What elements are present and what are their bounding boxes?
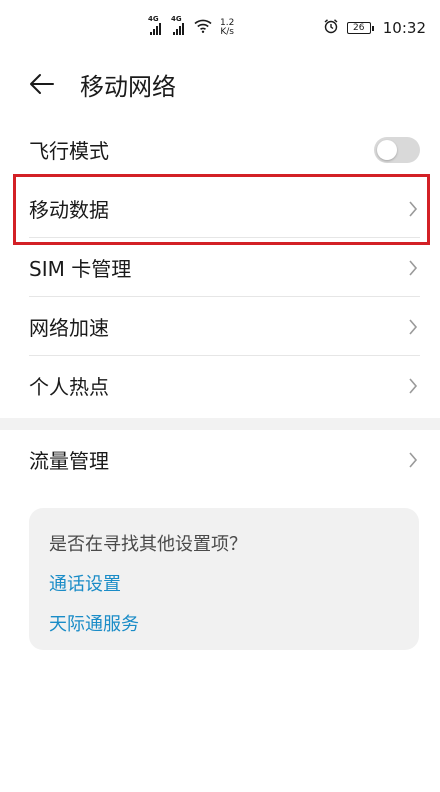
suggestion-card: 是否在寻找其他设置项？ 通话设置 天际通服务 bbox=[29, 508, 419, 650]
airplane-mode-toggle[interactable] bbox=[374, 136, 420, 163]
airplane-mode-label: 飞行模式 bbox=[29, 139, 109, 163]
alarm-icon bbox=[323, 18, 339, 38]
toggle-knob bbox=[377, 139, 397, 160]
status-bar-network: 4G 4G 1.2 K/s bbox=[148, 14, 234, 42]
settings-list: 飞行模式 移动数据 SIM 卡管理 网络加速 个人热点 bbox=[0, 120, 440, 415]
network-acceleration-label: 网络加速 bbox=[29, 316, 109, 340]
chevron-right-icon bbox=[409, 377, 418, 394]
network-speed: 1.2 K/s bbox=[220, 19, 234, 37]
section-separator bbox=[0, 418, 440, 430]
status-bar-right: 26 10:32 bbox=[323, 18, 426, 38]
back-arrow-icon bbox=[30, 74, 54, 94]
personal-hotspot-label: 个人热点 bbox=[29, 375, 109, 399]
chevron-right-icon bbox=[409, 451, 418, 468]
suggestion-question: 是否在寻找其他设置项？ bbox=[49, 534, 247, 555]
sim-management-row[interactable]: SIM 卡管理 bbox=[0, 238, 440, 297]
network-speed-unit: K/s bbox=[220, 27, 234, 37]
airplane-mode-row[interactable]: 飞行模式 bbox=[0, 120, 440, 179]
call-settings-link[interactable]: 通话设置 bbox=[49, 570, 399, 596]
page-title: 移动网络 bbox=[80, 72, 176, 101]
chevron-right-icon bbox=[409, 259, 418, 276]
status-time: 10:32 bbox=[382, 19, 426, 37]
sim-management-label: SIM 卡管理 bbox=[29, 257, 132, 281]
mobile-data-label: 移动数据 bbox=[29, 198, 109, 222]
mobile-data-row[interactable]: 移动数据 bbox=[0, 179, 440, 238]
data-usage-row[interactable]: 流量管理 bbox=[0, 430, 440, 489]
signal-icon: 4G bbox=[171, 15, 184, 35]
status-bar: 4G 4G 1.2 K/s 26 10:32 bbox=[0, 0, 440, 56]
sim1-network-label: 4G bbox=[148, 15, 159, 23]
sim2-network-label: 4G bbox=[171, 15, 182, 23]
battery-icon: 26 bbox=[346, 22, 374, 34]
skytone-service-link[interactable]: 天际通服务 bbox=[49, 610, 399, 636]
signal-icon: 4G bbox=[148, 15, 161, 35]
chevron-right-icon bbox=[409, 200, 418, 217]
wifi-icon bbox=[194, 19, 212, 37]
settings-list-secondary: 流量管理 bbox=[0, 430, 440, 489]
back-button[interactable] bbox=[12, 56, 72, 112]
network-acceleration-row[interactable]: 网络加速 bbox=[0, 297, 440, 356]
data-usage-label: 流量管理 bbox=[29, 449, 109, 473]
chevron-right-icon bbox=[409, 318, 418, 335]
personal-hotspot-row[interactable]: 个人热点 bbox=[0, 356, 440, 415]
app-header: 移动网络 bbox=[0, 56, 440, 112]
